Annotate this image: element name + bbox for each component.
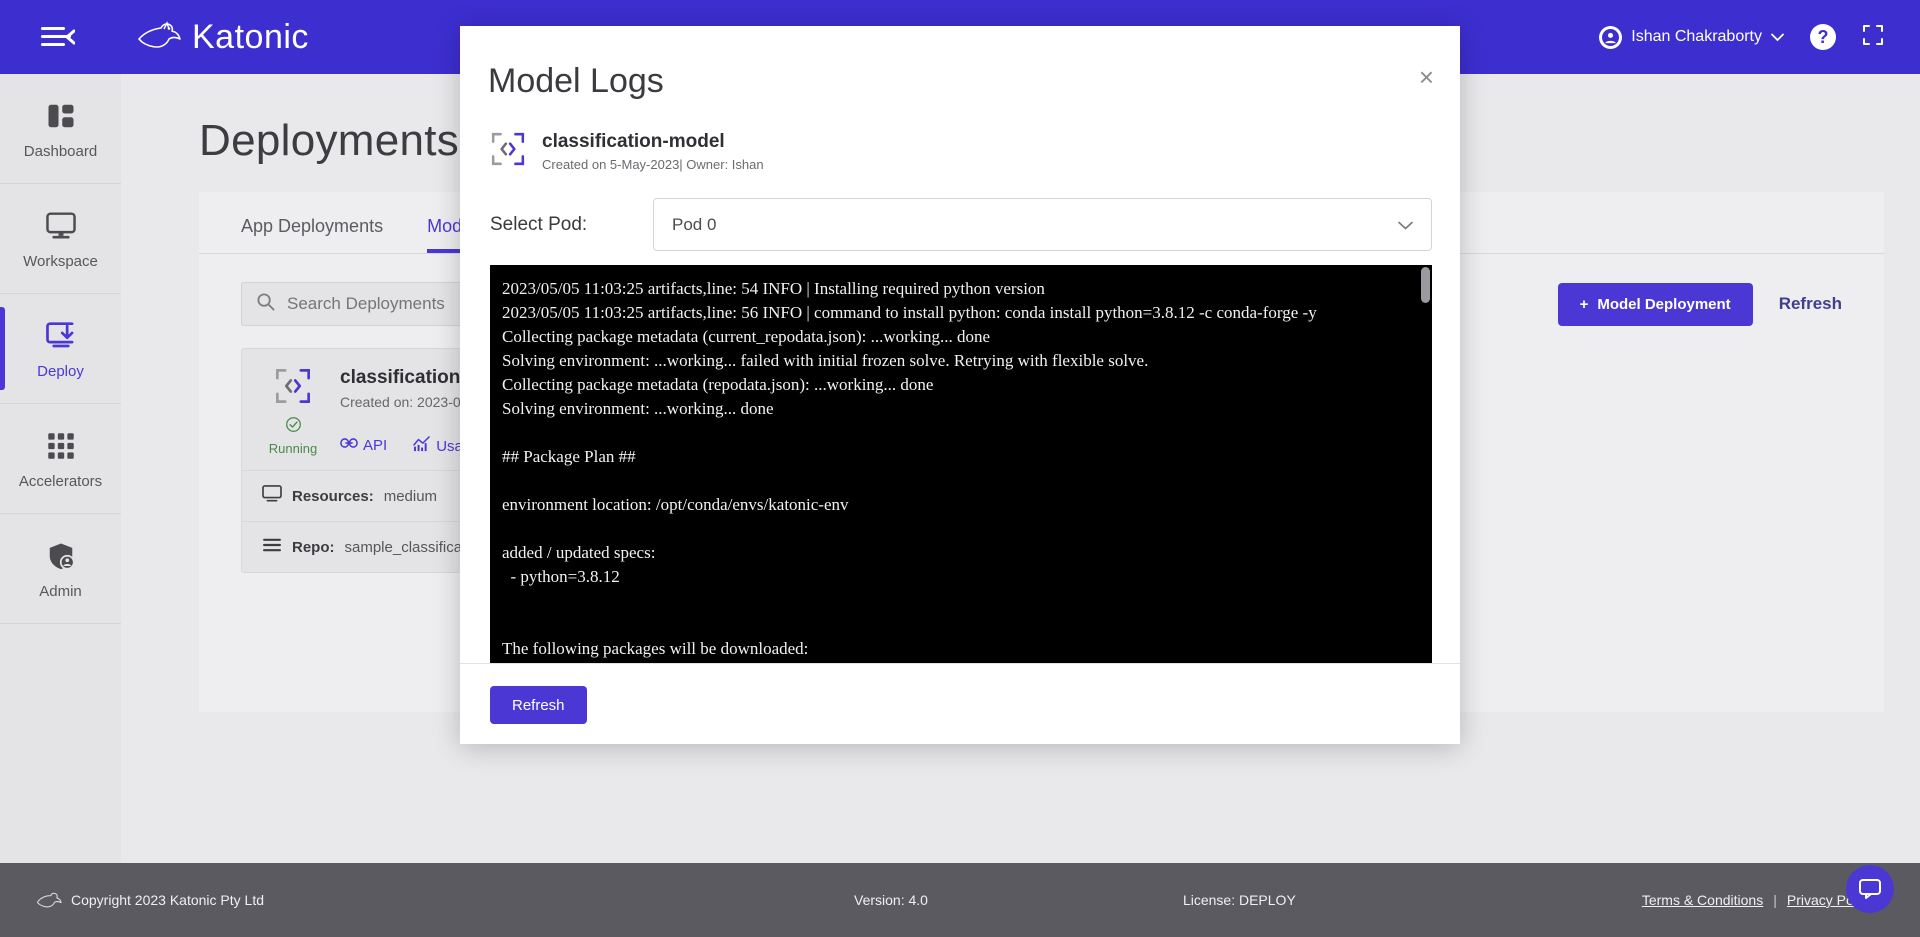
modal-header: Model Logs × bbox=[460, 26, 1460, 101]
brand-name: Katonic bbox=[192, 17, 309, 56]
modal-refresh-button[interactable]: Refresh bbox=[490, 686, 587, 724]
kangaroo-logo-icon bbox=[138, 21, 181, 48]
footer-copyright-text: Copyright 2023 Katonic Pty Ltd bbox=[71, 892, 265, 908]
search-icon bbox=[256, 292, 275, 316]
avatar bbox=[1599, 25, 1623, 49]
log-line: - python=3.8.12 bbox=[502, 567, 620, 586]
repo-icon bbox=[262, 536, 282, 558]
sidebar-item-dashboard[interactable]: Dashboard bbox=[0, 74, 121, 184]
kangaroo-logo-icon bbox=[37, 892, 62, 908]
user-menu[interactable]: Ishan Chakraborty bbox=[1599, 25, 1784, 49]
chat-support-button[interactable] bbox=[1846, 865, 1894, 913]
log-line: Solving environment: ...working... faile… bbox=[502, 351, 1149, 370]
modal-model-summary: classification-model Created on 5-May-20… bbox=[460, 101, 1460, 172]
close-icon[interactable]: × bbox=[1419, 64, 1434, 90]
top-bar-right: Ishan Chakraborty ? bbox=[1599, 24, 1884, 51]
footer-license: License: DEPLOY bbox=[1182, 892, 1296, 908]
footer-version: Version: 4.0 bbox=[854, 892, 928, 908]
modal-model-meta: Created on 5-May-2023| Owner: Ishan bbox=[542, 157, 764, 172]
modal-title: Model Logs bbox=[488, 62, 664, 100]
sidebar: Dashboard Workspace Deploy Accelerators … bbox=[0, 74, 121, 863]
code-brackets-icon bbox=[490, 131, 526, 172]
model-logs-modal: Model Logs × classification-model Create… bbox=[460, 26, 1460, 744]
brand-logo[interactable]: Katonic bbox=[136, 18, 309, 57]
api-action[interactable]: API bbox=[340, 436, 387, 454]
log-line: 2023/05/05 11:03:25 artifacts,line: 56 I… bbox=[502, 303, 1317, 322]
pod-select[interactable]: Pod 0 bbox=[653, 198, 1432, 251]
log-line: added / updated specs: bbox=[502, 543, 656, 562]
sidebar-item-admin[interactable]: Admin bbox=[0, 514, 121, 624]
footer-separator: | bbox=[1773, 892, 1777, 908]
chart-icon bbox=[413, 436, 431, 456]
tab-app-deployments[interactable]: App Deployments bbox=[241, 216, 383, 253]
resources-key: Resources: bbox=[292, 487, 374, 505]
sidebar-item-label: Dashboard bbox=[23, 142, 98, 160]
log-console[interactable]: 2023/05/05 11:03:25 artifacts,line: 54 I… bbox=[490, 265, 1432, 663]
sidebar-item-workspace[interactable]: Workspace bbox=[0, 184, 121, 294]
modal-footer: Refresh bbox=[460, 663, 1460, 746]
code-brackets-icon bbox=[274, 367, 312, 410]
sidebar-item-label: Deploy bbox=[37, 362, 84, 380]
select-pod-row: Select Pod: Pod 0 bbox=[460, 172, 1460, 251]
status-label: Running bbox=[268, 441, 318, 456]
help-label: ? bbox=[1817, 26, 1829, 47]
api-label: API bbox=[363, 436, 388, 454]
help-icon[interactable]: ? bbox=[1810, 24, 1836, 50]
log-line: Collecting package metadata (repodata.js… bbox=[502, 375, 934, 394]
toolbar-right: + Model Deployment Refresh bbox=[1557, 282, 1842, 326]
log-line: ## Package Plan ## bbox=[502, 447, 636, 466]
footer-links: Terms & Conditions | Privacy Policy bbox=[1642, 892, 1874, 908]
log-line: Collecting package metadata (current_rep… bbox=[502, 327, 991, 346]
log-scrollbar[interactable] bbox=[1421, 267, 1430, 303]
monitor-icon bbox=[45, 208, 77, 244]
shield-user-icon bbox=[46, 538, 76, 574]
chat-icon bbox=[1859, 879, 1881, 899]
sidebar-item-deploy[interactable]: Deploy bbox=[0, 294, 121, 404]
select-pod-label: Select Pod: bbox=[490, 213, 588, 235]
chevron-down-icon bbox=[1771, 33, 1784, 41]
sidebar-item-label: Accelerators bbox=[18, 472, 103, 490]
sidebar-item-accelerators[interactable]: Accelerators bbox=[0, 404, 121, 514]
fullscreen-icon[interactable] bbox=[1862, 24, 1884, 51]
log-line: The following packages will be downloade… bbox=[502, 639, 809, 658]
add-model-deployment-button[interactable]: + Model Deployment bbox=[1557, 282, 1753, 326]
log-line: Solving environment: ...working... done bbox=[502, 399, 774, 418]
plus-icon: + bbox=[1579, 295, 1589, 313]
resources-value: medium bbox=[383, 487, 438, 505]
dashboard-icon bbox=[46, 98, 76, 134]
menu-collapse-icon[interactable] bbox=[28, 25, 88, 49]
refresh-link[interactable]: Refresh bbox=[1779, 294, 1842, 314]
add-model-deployment-label: Model Deployment bbox=[1597, 295, 1731, 313]
chevron-down-icon bbox=[1398, 215, 1413, 235]
modal-model-name: classification-model bbox=[542, 131, 725, 152]
status-badge: Running bbox=[262, 416, 324, 456]
user-name: Ishan Chakraborty bbox=[1631, 28, 1762, 45]
footer-copyright: Copyright 2023 Katonic Pty Ltd bbox=[36, 891, 264, 909]
check-circle-icon bbox=[285, 416, 302, 438]
log-lines: 2023/05/05 11:03:25 artifacts,line: 54 I… bbox=[490, 265, 1432, 663]
monitor-icon bbox=[262, 485, 282, 507]
grid-apps-icon bbox=[47, 428, 75, 464]
log-line: environment location: /opt/conda/envs/ka… bbox=[502, 495, 849, 514]
footer: Copyright 2023 Katonic Pty Ltd Version: … bbox=[0, 863, 1920, 937]
sidebar-item-label: Admin bbox=[39, 582, 82, 600]
terms-link[interactable]: Terms & Conditions bbox=[1642, 892, 1763, 908]
repo-key: Repo: bbox=[292, 538, 335, 556]
pod-select-value: Pod 0 bbox=[672, 214, 717, 234]
log-line: 2023/05/05 11:03:25 artifacts,line: 54 I… bbox=[502, 279, 1045, 298]
link-icon bbox=[340, 436, 358, 454]
sidebar-item-label: Workspace bbox=[23, 252, 98, 270]
deploy-download-icon bbox=[45, 318, 77, 354]
